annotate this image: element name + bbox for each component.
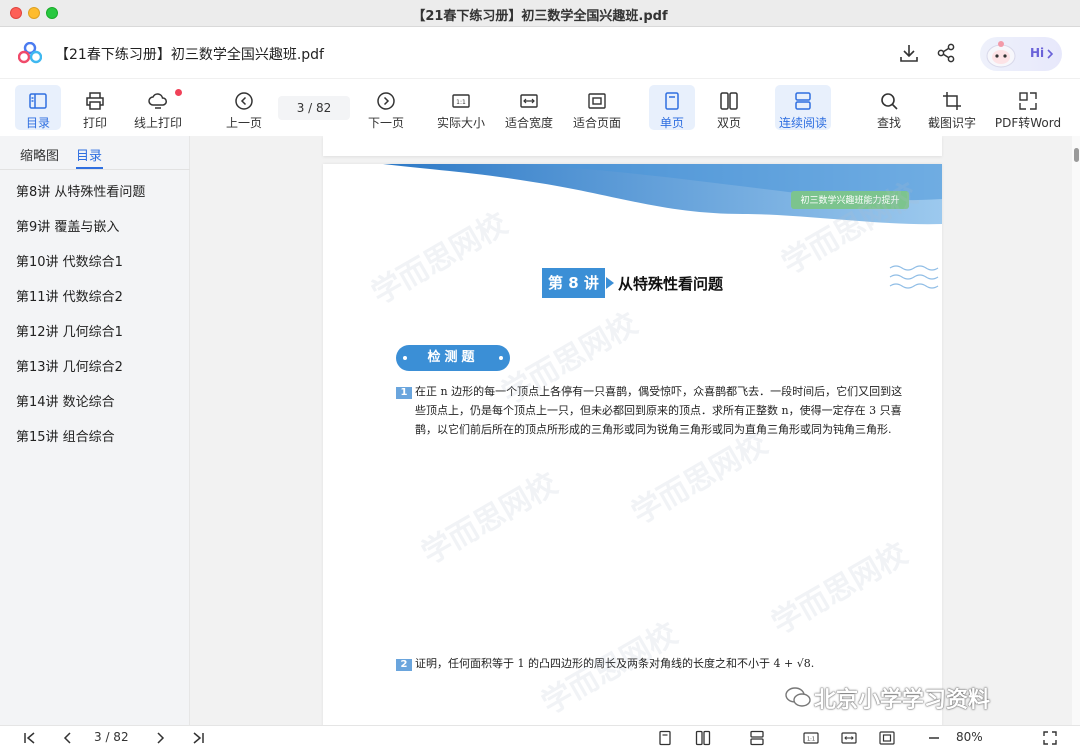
last-page-icon[interactable] <box>190 730 206 746</box>
continuous-reading-button[interactable]: 连续阅读 <box>775 85 831 130</box>
sidebar-tabs: 缩略图 目录 <box>0 136 190 170</box>
status-bar: 3 / 82 1:1 80% <box>0 725 1080 748</box>
printer-icon <box>86 92 104 110</box>
toc-panel-icon <box>29 93 47 109</box>
single-page-button[interactable]: 单页 <box>649 85 695 130</box>
page-number-input[interactable]: 3 / 82 <box>278 96 350 120</box>
double-page-icon[interactable] <box>695 730 711 746</box>
fullscreen-icon[interactable] <box>1042 730 1058 746</box>
svg-text:1:1: 1:1 <box>807 736 815 742</box>
search-button[interactable]: 查找 <box>866 85 912 130</box>
question-number: 2 <box>396 659 412 671</box>
lecture-number: 第 8 讲 <box>542 268 605 298</box>
fit-width-icon <box>520 94 538 108</box>
continuous-scroll-icon <box>795 92 811 110</box>
chevron-left-circle-icon <box>235 92 253 110</box>
svg-text:1:1: 1:1 <box>456 99 466 106</box>
toc-item[interactable]: 第8讲 从特殊性看问题 <box>16 181 145 200</box>
toc-item[interactable]: 第9讲 覆盖与嵌入 <box>16 216 119 235</box>
section-label: 检测题 <box>396 345 510 371</box>
assistant-avatar-icon <box>986 41 1016 68</box>
document-viewport[interactable]: 初三数学兴趣班能力提升 第 8 讲 从特殊性看问题 检测题 1 在正 n 边形的… <box>190 136 1072 725</box>
ocr-screenshot-button[interactable]: 截图识字 <box>924 85 980 130</box>
document-filename: 【21春下练习册】初三数学全国兴趣班.pdf <box>55 47 324 63</box>
share-icon[interactable] <box>935 42 957 64</box>
fit-width-icon[interactable] <box>841 730 857 746</box>
scrollbar-thumb[interactable] <box>1074 148 1079 162</box>
pdf-to-word-button[interactable]: PDF转Word <box>994 85 1062 130</box>
next-page-button[interactable]: 下一页 <box>362 85 410 130</box>
double-page-button[interactable]: 双页 <box>706 85 752 130</box>
download-icon[interactable] <box>898 42 920 64</box>
lecture-title: 从特殊性看问题 <box>618 275 724 293</box>
tab-thumbnails[interactable]: 缩略图 <box>20 145 59 164</box>
search-icon <box>881 93 898 110</box>
toc-button[interactable]: 目录 <box>15 85 61 130</box>
chevron-right-circle-icon <box>377 92 395 110</box>
wechat-icon <box>785 687 811 707</box>
toc-item[interactable]: 第11讲 代数综合2 <box>16 286 123 305</box>
online-print-button[interactable]: 线上打印 <box>128 85 188 130</box>
page-watermark: 学而思网校 <box>416 466 564 572</box>
single-page-icon[interactable] <box>657 730 673 746</box>
convert-icon <box>1019 92 1037 110</box>
chevron-right-icon <box>1047 49 1054 59</box>
fit-page-button[interactable]: 适合页面 <box>570 85 624 130</box>
crop-icon <box>943 92 961 110</box>
single-page-icon <box>665 92 679 110</box>
toc-item[interactable]: 第12讲 几何综合1 <box>16 321 123 340</box>
prev-page-icon[interactable] <box>60 730 76 746</box>
tab-toc[interactable]: 目录 <box>76 145 102 164</box>
wechat-source-watermark: 北京小学学习资料 <box>814 688 991 713</box>
zoom-out-icon[interactable] <box>926 730 942 746</box>
first-page-icon[interactable] <box>22 730 38 746</box>
actual-size-icon: 1:1 <box>452 94 470 108</box>
pdf-page: 初三数学兴趣班能力提升 第 8 讲 从特殊性看问题 检测题 1 在正 n 边形的… <box>323 164 942 725</box>
notification-dot <box>175 89 182 96</box>
assistant-label: Hi <box>1030 46 1045 60</box>
print-button[interactable]: 打印 <box>72 85 118 130</box>
zoom-level[interactable]: 80% <box>956 730 983 744</box>
page-watermark: 学而思网校 <box>766 536 914 642</box>
outline-sidebar: 缩略图 目录 第8讲 从特殊性看问题 第9讲 覆盖与嵌入 第10讲 代数综合1 … <box>0 136 190 725</box>
actual-size-icon[interactable]: 1:1 <box>803 730 819 746</box>
question-1-line-3: 鹊，以它们前后所在的顶点所形成的三角形或同为锐角三角形或同为直角三角形或同为钝角… <box>415 423 892 436</box>
toc-item[interactable]: 第15讲 组合综合 <box>16 426 115 445</box>
status-page-indicator[interactable]: 3 / 82 <box>94 730 129 744</box>
prev-page-button[interactable]: 上一页 <box>220 85 268 130</box>
active-tab-indicator <box>76 167 103 169</box>
toc-item[interactable]: 第10讲 代数综合1 <box>16 251 123 270</box>
wave-decoration-icon <box>889 265 939 289</box>
question-number: 1 <box>396 387 412 399</box>
previous-page-tail <box>323 136 942 156</box>
question-1-line-2: 些顶点上，仍是每个顶点上一只，但未必都回到原来的顶点．求所有正整数 n，使得一定… <box>415 404 902 417</box>
app-header: 【21春下练习册】初三数学全国兴趣班.pdf Hi <box>0 27 1080 79</box>
fit-width-button[interactable]: 适合宽度 <box>502 85 556 130</box>
question-1-line-1: 在正 n 边形的每一个顶点上各停有一只喜鹊，偶受惊吓，众喜鹊都飞去．一段时间后，… <box>415 385 903 398</box>
double-page-icon <box>720 92 738 110</box>
window-titlebar: 【21春下练习册】初三数学全国兴趣班.pdf <box>0 0 1080 27</box>
fit-page-icon <box>588 93 606 109</box>
continuous-scroll-icon[interactable] <box>749 730 765 746</box>
fit-page-icon[interactable] <box>879 730 895 746</box>
main-toolbar: 目录 打印 线上打印 上一页 3 / 82 下一页 1:1 实际大小 适合宽度 … <box>0 80 1080 136</box>
app-logo-icon <box>18 42 42 64</box>
toc-item[interactable]: 第14讲 数论综合 <box>16 391 115 410</box>
assistant-button[interactable]: Hi <box>980 37 1062 71</box>
window-title: 【21春下练习册】初三数学全国兴趣班.pdf <box>412 9 668 24</box>
actual-size-button[interactable]: 1:1 实际大小 <box>434 85 488 130</box>
lecture-arrow <box>606 277 614 289</box>
cloud-print-icon <box>148 93 167 109</box>
next-page-icon[interactable] <box>152 730 168 746</box>
vertical-scrollbar[interactable] <box>1072 136 1080 725</box>
toc-item[interactable]: 第13讲 几何综合2 <box>16 356 123 375</box>
